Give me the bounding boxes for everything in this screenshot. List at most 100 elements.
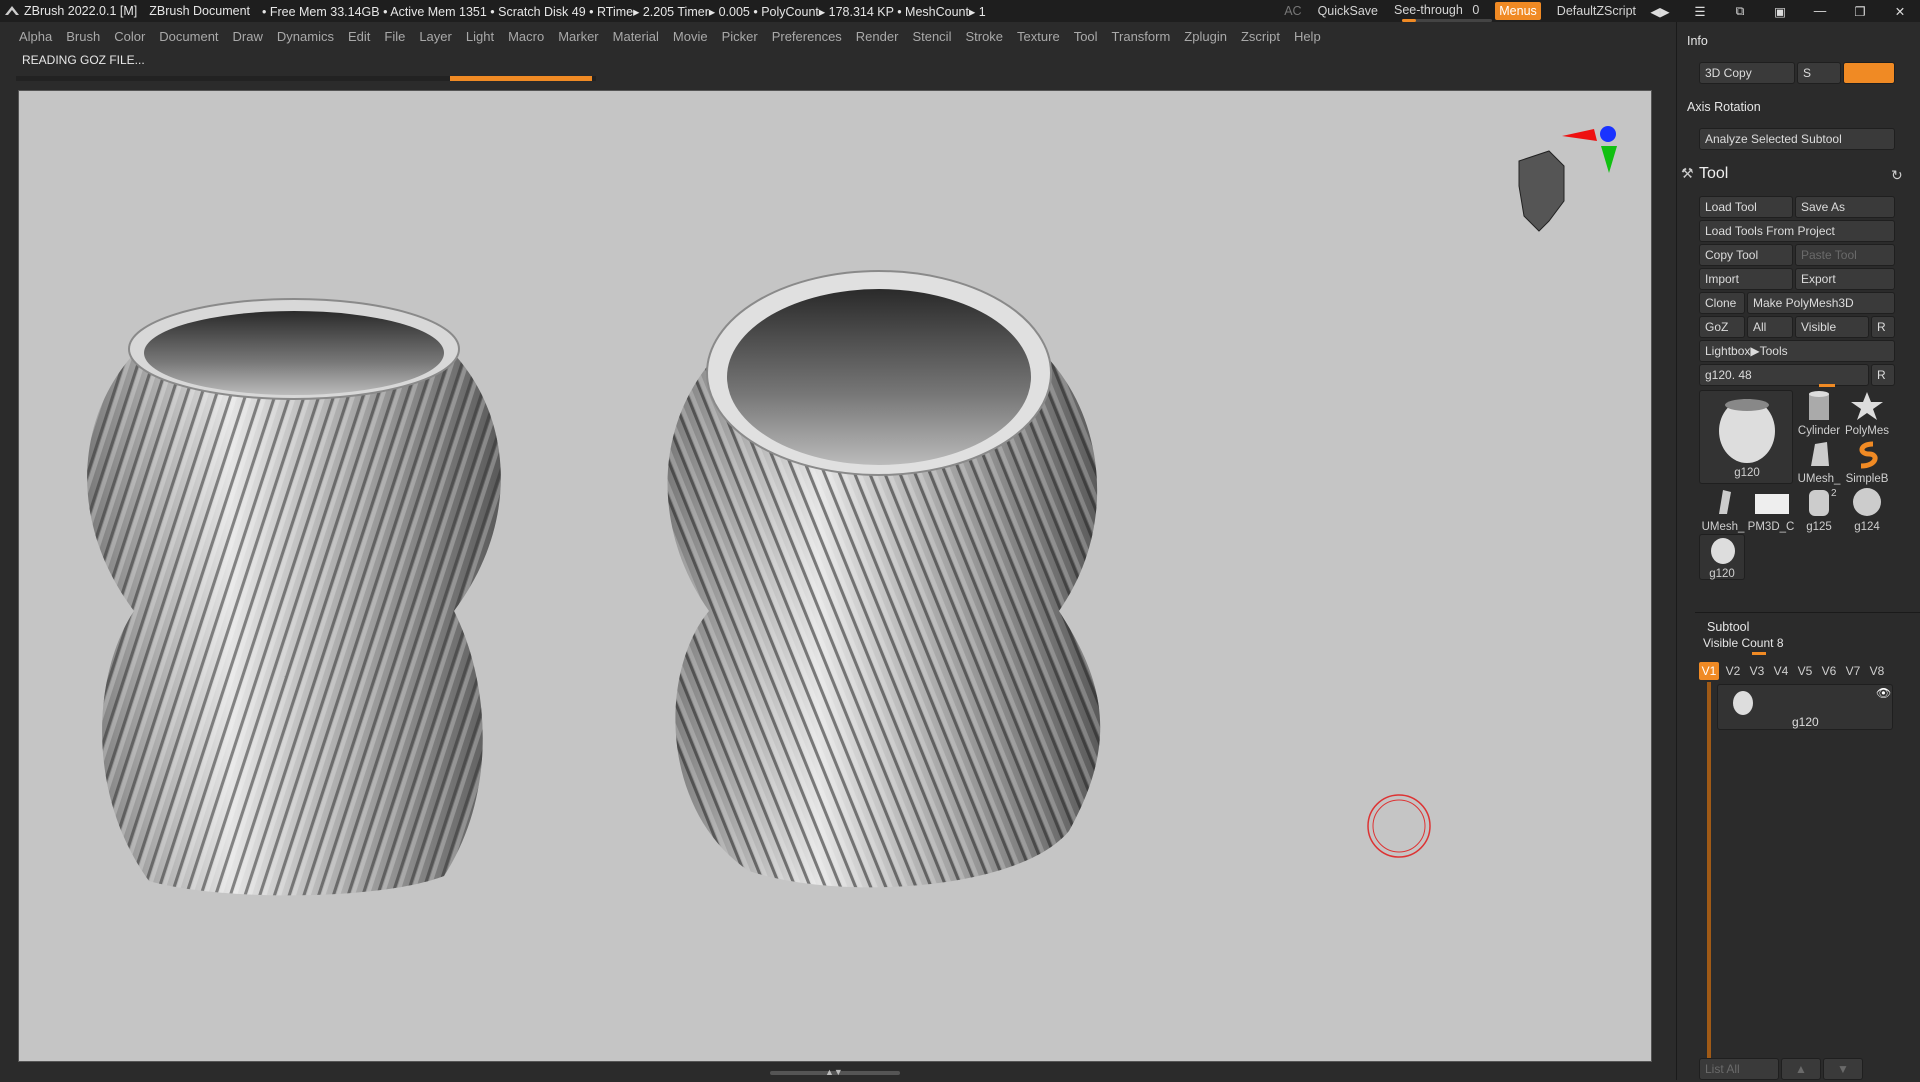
minimize-icon[interactable]: ― (1808, 4, 1832, 18)
visibility-tab-v7[interactable]: V7 (1843, 662, 1863, 680)
import-button[interactable]: Import (1699, 268, 1793, 290)
paste-tool-button[interactable]: Paste Tool (1795, 244, 1895, 266)
menu-brush[interactable]: Brush (66, 29, 100, 44)
menu-picker[interactable]: Picker (722, 29, 758, 44)
goz-visible-button[interactable]: Visible (1795, 316, 1869, 338)
orientation-gizmo[interactable] (1518, 126, 1617, 232)
lightbox-tools-button[interactable]: Lightbox▶Tools (1699, 340, 1895, 362)
save-as-button[interactable]: Save As (1795, 196, 1895, 218)
close-icon[interactable]: ✕ (1888, 4, 1912, 19)
menu-document[interactable]: Document (159, 29, 218, 44)
title-bar: ZBrush 2022.0.1 [M] ZBrush Document • Fr… (0, 0, 1920, 22)
subtool-header[interactable]: Subtool (1707, 620, 1749, 634)
right-vase-model[interactable] (667, 270, 1101, 888)
visibility-tab-v6[interactable]: V6 (1819, 662, 1839, 680)
left-vase-model[interactable] (87, 298, 501, 896)
menu-file[interactable]: File (384, 29, 405, 44)
visibility-tab-v5[interactable]: V5 (1795, 662, 1815, 680)
document-title: ZBrush Document (149, 4, 250, 18)
canvas-viewport[interactable] (18, 90, 1652, 1062)
restore-icon[interactable]: ❐ (1848, 4, 1872, 19)
polymesh-thumbnail[interactable]: PolyMes (1843, 390, 1891, 438)
memory-stats: • Free Mem 33.14GB • Active Mem 1351 • S… (262, 4, 986, 19)
help-arrows-icon[interactable]: ◀▶ (1648, 4, 1672, 19)
g120-small-thumbnail[interactable]: g120 (1699, 534, 1745, 580)
make-polymesh-button[interactable]: Make PolyMesh3D (1747, 292, 1895, 314)
menu-zscript[interactable]: Zscript (1241, 29, 1280, 44)
copy-3d-button[interactable]: 3D Copy (1699, 62, 1795, 84)
menu-movie[interactable]: Movie (673, 29, 708, 44)
move-down-icon[interactable]: ▼ (1823, 1058, 1863, 1080)
layout-icon[interactable]: ☰ (1688, 4, 1712, 19)
visible-count-label[interactable]: Visible Count 8 (1703, 636, 1784, 650)
menu-stroke[interactable]: Stroke (965, 29, 1003, 44)
analyze-subtool-button[interactable]: Analyze Selected Subtool (1699, 128, 1895, 150)
menu-transform[interactable]: Transform (1112, 29, 1171, 44)
menu-bar: Alpha Brush Color Document Draw Dynamics Edit F… (0, 22, 1670, 50)
menu-help[interactable]: Help (1294, 29, 1321, 44)
subtool-item[interactable]: 👁 g120 (1717, 684, 1893, 730)
settings-icon[interactable]: ▣ (1768, 4, 1792, 19)
cylinder-thumbnail[interactable]: Cylinder (1795, 390, 1843, 438)
see-through-slider[interactable]: See-through 0 (1394, 3, 1493, 22)
g124-thumbnail[interactable]: g124 (1843, 486, 1891, 534)
visibility-tab-v3[interactable]: V3 (1747, 662, 1767, 680)
menu-draw[interactable]: Draw (233, 29, 263, 44)
quicksave-button[interactable]: QuickSave (1318, 4, 1378, 18)
menu-preferences[interactable]: Preferences (772, 29, 842, 44)
info-label: Info (1687, 34, 1708, 48)
menu-marker[interactable]: Marker (558, 29, 598, 44)
visibility-tab-v8[interactable]: V8 (1867, 662, 1887, 680)
ac-label[interactable]: AC (1284, 4, 1301, 18)
load-tools-project-button[interactable]: Load Tools From Project (1699, 220, 1895, 242)
right-tray: Info 3D Copy S Axis Rotation Analyze Sel… (1676, 22, 1920, 1080)
visibility-tab-v2[interactable]: V2 (1723, 662, 1743, 680)
umesh-thumbnail[interactable]: UMesh_ (1795, 438, 1843, 486)
tool-slider[interactable]: g120. 48 (1699, 364, 1869, 386)
default-zscript-button[interactable]: DefaultZScript (1557, 4, 1636, 18)
clone-button[interactable]: Clone (1699, 292, 1745, 314)
list-all-button[interactable]: List All (1699, 1058, 1779, 1080)
zbrush-logo-icon (5, 6, 19, 15)
export-button[interactable]: Export (1795, 268, 1895, 290)
menu-alpha[interactable]: Alpha (19, 29, 52, 44)
refresh-icon[interactable]: ↻ (1891, 167, 1903, 184)
copy-window-icon[interactable]: ⧉ (1728, 4, 1752, 19)
move-up-icon[interactable]: ▲ (1781, 1058, 1821, 1080)
visibility-tab-v1[interactable]: V1 (1699, 662, 1719, 680)
menu-tool[interactable]: Tool (1074, 29, 1098, 44)
tool-slider-r-button[interactable]: R (1871, 364, 1895, 386)
goz-button[interactable]: GoZ (1699, 316, 1745, 338)
load-tool-button[interactable]: Load Tool (1699, 196, 1793, 218)
menu-material[interactable]: Material (613, 29, 659, 44)
bottom-tray-handle[interactable]: ▲▼ (770, 1067, 900, 1077)
pm3d-thumbnail[interactable]: PM3D_C (1747, 486, 1795, 534)
copy-tool-button[interactable]: Copy Tool (1699, 244, 1793, 266)
menu-light[interactable]: Light (466, 29, 494, 44)
scene-canvas (87, 126, 1617, 896)
accent-toggle[interactable] (1843, 62, 1895, 84)
menu-texture[interactable]: Texture (1017, 29, 1060, 44)
app-title: ZBrush 2022.0.1 [M] (24, 4, 138, 18)
menu-layer[interactable]: Layer (419, 29, 452, 44)
simpleb-thumbnail[interactable]: SimpleB (1843, 438, 1891, 486)
umesh2-thumbnail[interactable]: UMesh_ (1699, 486, 1747, 534)
subtool-scrollbar[interactable] (1707, 682, 1711, 1062)
thumb-label-cylinder: Cylinder (1797, 425, 1841, 437)
visibility-tab-v4[interactable]: V4 (1771, 662, 1791, 680)
menu-dynamics[interactable]: Dynamics (277, 29, 334, 44)
menu-macro[interactable]: Macro (508, 29, 544, 44)
copy-s-button[interactable]: S (1797, 62, 1841, 84)
menus-button[interactable]: Menus (1495, 2, 1541, 20)
thumb-label-g120b: g120 (1709, 568, 1735, 580)
menu-edit[interactable]: Edit (348, 29, 370, 44)
menu-zplugin[interactable]: Zplugin (1184, 29, 1227, 44)
menu-stencil[interactable]: Stencil (912, 29, 951, 44)
current-tool-thumbnail[interactable]: g120 (1699, 390, 1793, 484)
menu-render[interactable]: Render (856, 29, 899, 44)
tool-header[interactable]: Tool (1699, 165, 1728, 183)
subtool-visibility-icon[interactable]: 👁 (1876, 686, 1891, 700)
goz-r-button[interactable]: R (1871, 316, 1895, 338)
goz-all-button[interactable]: All (1747, 316, 1793, 338)
menu-color[interactable]: Color (114, 29, 145, 44)
